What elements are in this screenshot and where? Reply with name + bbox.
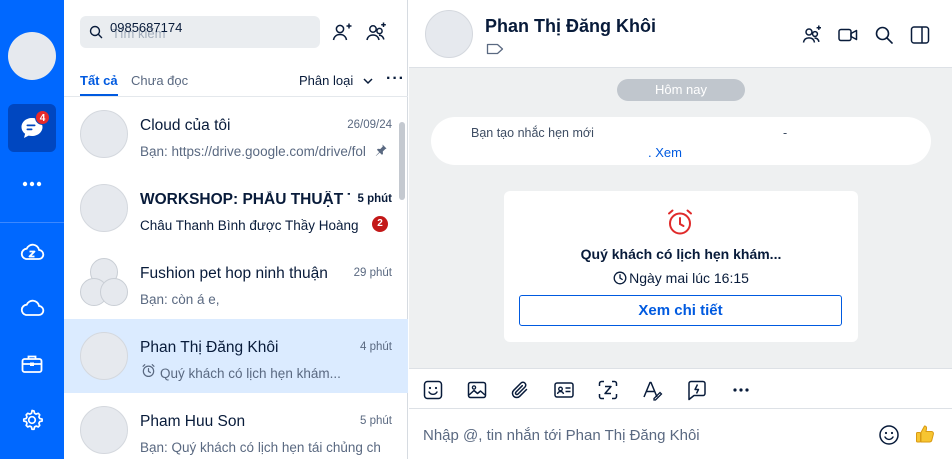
conversation-time: 5 phút xyxy=(357,193,393,205)
conversation-time: 4 phút xyxy=(360,341,392,353)
conversation-item[interactable]: Cloud của tôi 26/09/24 Bạn: https://driv… xyxy=(64,97,408,171)
gear-icon xyxy=(22,409,43,431)
conversation-name: Fushion pet hop ninh thuận xyxy=(140,265,328,282)
appointment-title: Quý khách có lịch hẹn khám... xyxy=(580,246,782,262)
unread-count-badge: 2 xyxy=(372,216,388,232)
sidebar-toggle-icon[interactable] xyxy=(909,24,931,46)
message-composer[interactable]: Nhập @, tin nhắn tới Phan Thị Đăng Khôi xyxy=(409,409,952,459)
conversation-preview: Bạn: https://drive.google.com/drive/fold… xyxy=(140,144,366,159)
contact-avatar[interactable] xyxy=(425,10,473,58)
conversation-name: WORKSHOP: PHẪU THUẬT T xyxy=(140,191,350,208)
conversation-item[interactable]: Fushion pet hop ninh thuận 29 phút Bạn: … xyxy=(64,245,408,319)
reminder-notice: Bạn tạo nhắc hẹn mới - . Xem xyxy=(431,117,931,165)
conversation-item[interactable]: Pham Huu Son 5 phút Bạn: Quý khách có lị… xyxy=(64,393,408,459)
add-friend-icon[interactable] xyxy=(330,20,354,44)
date-separator: Hôm nay xyxy=(617,79,745,101)
conversation-avatar xyxy=(80,110,128,158)
user-avatar[interactable] xyxy=(8,32,56,80)
conversation-name: Phan Thị Đăng Khôi xyxy=(140,339,279,356)
search-input[interactable]: 0985687174 xyxy=(110,20,182,35)
screenshot-icon[interactable] xyxy=(597,379,619,401)
tag-icon[interactable] xyxy=(486,42,504,56)
cloud-icon xyxy=(20,299,45,316)
more-dots-icon xyxy=(22,181,42,187)
group-avatar xyxy=(80,258,128,306)
emoji-icon[interactable] xyxy=(878,424,900,446)
sticker-icon[interactable] xyxy=(422,379,444,401)
settings-nav-button[interactable] xyxy=(8,396,56,444)
zcloud-nav-button[interactable] xyxy=(8,228,56,276)
pin-icon xyxy=(375,144,387,156)
cloud-nav-button[interactable] xyxy=(8,284,56,332)
conversation-avatar xyxy=(80,184,128,232)
more-options-icon[interactable] xyxy=(730,379,752,401)
conversation-name: Cloud của tôi xyxy=(140,117,231,134)
conversation-preview: Châu Thanh Bình được Thầy Hoàng T xyxy=(140,218,362,233)
appointment-time: Ngày mai lúc 16:15 xyxy=(629,270,749,286)
conversation-time: 5 phút xyxy=(360,415,392,427)
alarm-clock-icon xyxy=(668,209,692,235)
conversation-avatar xyxy=(80,332,128,380)
rail-divider xyxy=(0,222,64,223)
contact-name[interactable]: Phan Thị Đăng Khôi xyxy=(485,16,656,37)
more-options-button[interactable]: ··· xyxy=(386,70,405,88)
video-call-icon[interactable] xyxy=(837,24,859,46)
zalo-app: 4 Tìm kiếm 0985687174 Tất cả Chưa đọc Ph… xyxy=(0,0,952,459)
reminder-text: Bạn tạo nhắc hẹn mới xyxy=(471,126,594,140)
add-to-group-icon[interactable] xyxy=(801,24,823,46)
view-details-button[interactable]: Xem chi tiết xyxy=(519,295,842,326)
search-icon[interactable] xyxy=(873,24,895,46)
unread-badge: 4 xyxy=(35,110,50,125)
message-input[interactable]: Nhập @, tin nhắn tới Phan Thị Đăng Khôi xyxy=(423,427,700,444)
nav-rail: 4 xyxy=(0,0,64,459)
briefcase-icon xyxy=(21,355,43,373)
contact-card-icon[interactable] xyxy=(553,379,575,401)
text-format-icon[interactable] xyxy=(641,379,663,401)
quick-message-icon[interactable] xyxy=(686,379,708,401)
composer-toolbar xyxy=(409,368,952,409)
classify-dropdown[interactable]: Phân loại xyxy=(299,73,353,88)
chat-header: Phan Thị Đăng Khôi xyxy=(409,0,952,68)
appointment-time-row: Ngày mai lúc 16:15 xyxy=(504,270,858,286)
conversation-preview: Bạn: còn á e, xyxy=(140,292,220,307)
messages-nav-button[interactable]: 4 xyxy=(8,104,56,152)
appointment-card: Quý khách có lịch hẹn khám... Ngày mai l… xyxy=(504,191,858,342)
conversation-time: 29 phút xyxy=(353,267,392,279)
chat-panel: Phan Thị Đăng Khôi Hôm nay Bạn tạo nhắc … xyxy=(409,0,952,459)
conversation-list-panel: Tìm kiếm 0985687174 Tất cả Chưa đọc Phân… xyxy=(64,0,408,459)
clock-icon xyxy=(613,271,627,285)
tab-unread[interactable]: Chưa đọc xyxy=(131,73,188,88)
conversation-item-selected[interactable]: Phan Thị Đăng Khôi 4 phút Quý khách có l… xyxy=(64,319,408,393)
conversation-preview: Bạn: Quý khách có lịch hẹn tái chủng ch xyxy=(140,440,381,455)
reminder-view-link[interactable]: . Xem xyxy=(648,145,682,160)
conversation-preview: Quý khách có lịch hẹn khám... xyxy=(160,366,341,381)
list-scrollbar[interactable] xyxy=(399,122,405,200)
attachment-icon[interactable] xyxy=(509,379,531,401)
search-box[interactable]: Tìm kiếm 0985687174 xyxy=(80,16,320,48)
reminder-dash: - xyxy=(783,126,788,140)
create-group-icon[interactable] xyxy=(364,20,388,44)
alarm-clock-icon xyxy=(142,364,155,378)
thumbs-up-icon[interactable] xyxy=(914,423,936,445)
conversation-item[interactable]: WORKSHOP: PHẪU THUẬT T 5 phút Châu Thanh… xyxy=(64,171,408,245)
image-icon[interactable] xyxy=(466,379,488,401)
chevron-down-icon[interactable] xyxy=(362,75,374,87)
toolbox-nav-button[interactable] xyxy=(8,340,56,388)
more-nav-button[interactable] xyxy=(8,160,56,208)
tab-all[interactable]: Tất cả xyxy=(80,73,118,88)
conversation-name: Pham Huu Son xyxy=(140,413,246,430)
search-icon xyxy=(89,25,103,39)
conversation-avatar xyxy=(80,406,128,454)
zcloud-icon xyxy=(20,243,45,260)
filter-tabs: Tất cả Chưa đọc Phân loại ··· xyxy=(80,70,404,96)
conversation-time: 26/09/24 xyxy=(347,119,392,131)
